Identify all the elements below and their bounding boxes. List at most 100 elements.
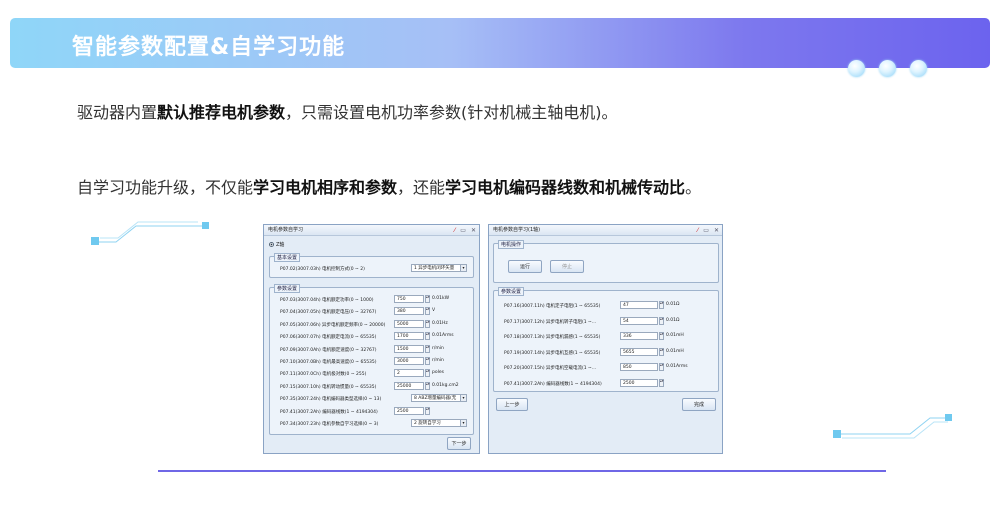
param-label: P07.09(3007.0Ah) 电机额定速度(0 ~ 32767) bbox=[280, 347, 377, 353]
param-settings-group: 参数设置 P07.03(3007.04h) 电机额定功率(0 ~ 1000) 75… bbox=[269, 284, 474, 435]
close-icon[interactable]: ✕ bbox=[714, 225, 719, 236]
run-button[interactable]: 运行 bbox=[508, 260, 542, 273]
param-label: P07.02(3007.03h) 电机控制方式(0 ~ 2) bbox=[280, 267, 365, 272]
spinner-icon[interactable]: ▴▾ bbox=[659, 378, 664, 387]
param-label: P07.03(3007.04h) 电机额定功率(0 ~ 1000) bbox=[280, 298, 374, 303]
encoder-type-select[interactable]: 8 ABZ增量编码器(无 ▾ bbox=[411, 394, 467, 403]
spinner-icon[interactable]: ▴▾ bbox=[425, 381, 430, 390]
pin-icon[interactable]: ⁄ bbox=[454, 225, 455, 236]
param-value-input[interactable]: 380 bbox=[394, 307, 424, 316]
param-label: P07.20(3007.15h) 异步电机空载电流(1 ~... bbox=[504, 366, 597, 371]
param-label: P07.10(3007.0Bh) 电机最高速度(0 ~ 65535) bbox=[280, 360, 377, 365]
param-unit: 0.01Hz bbox=[432, 320, 448, 326]
control-mode-select[interactable]: 1 异步电机闭环矢量 ▾ bbox=[411, 264, 467, 272]
param-value-input[interactable]: 2 bbox=[394, 369, 424, 378]
param-value-input[interactable]: 1700 bbox=[394, 332, 424, 341]
param-value-input[interactable]: 2500 bbox=[620, 378, 658, 387]
dot-icon bbox=[848, 60, 865, 77]
spinner-icon[interactable]: ▴▾ bbox=[659, 301, 664, 309]
param-value-input[interactable]: 850 bbox=[620, 363, 658, 371]
minimize-icon[interactable]: ▭ bbox=[460, 225, 466, 236]
param-unit: 0.01kg.cm2 bbox=[432, 382, 459, 388]
select-value: 8 ABZ增量编码器(无 bbox=[414, 396, 457, 402]
description-line-2: 自学习功能升级，不仅能学习电机相序和参数，还能学习电机编码器线数和机械传动比。 bbox=[77, 174, 701, 198]
param-value-input[interactable]: 5000 bbox=[394, 319, 424, 328]
param-label: P07.41(3007.2Ah) 编码器线数(1 ~ 4194304) bbox=[504, 381, 602, 387]
divider bbox=[158, 470, 886, 472]
param-unit: 0.01mH bbox=[666, 333, 684, 338]
dot-icon bbox=[910, 60, 927, 77]
window-title: 电机参数自学习(1轴) bbox=[493, 227, 541, 233]
param-value-input[interactable]: 54 bbox=[620, 316, 658, 325]
text: 。 bbox=[685, 178, 702, 197]
spinner-icon[interactable]: ▴▾ bbox=[425, 369, 430, 378]
stop-button[interactable]: 停止 bbox=[550, 260, 584, 273]
param-unit: V bbox=[432, 308, 436, 314]
param-value-input[interactable]: 47 bbox=[620, 301, 658, 309]
param-value-input[interactable]: 2500 bbox=[394, 406, 424, 415]
text: 自学习功能升级，不仅能 bbox=[77, 178, 254, 197]
text: ，只需设置电机功率参数(针对机械主轴电机)。 bbox=[285, 103, 618, 122]
dot-icon bbox=[879, 60, 896, 77]
text: ，还能 bbox=[397, 178, 446, 197]
group-label: 参数设置 bbox=[498, 287, 525, 296]
group-label: 基本设置 bbox=[274, 253, 301, 262]
spinner-icon[interactable]: ▴▾ bbox=[425, 406, 430, 415]
highlight-text: 学习电机相序和参数 bbox=[253, 178, 398, 197]
circuit-line-icon bbox=[91, 221, 209, 245]
highlight-text: 学习电机编码器线数和机械传动比 bbox=[445, 178, 686, 197]
spinner-icon[interactable]: ▴▾ bbox=[425, 295, 430, 303]
param-label: P07.15(3007.10h) 电机转动惯量(0 ~ 65535) bbox=[280, 384, 377, 390]
spinner-icon[interactable]: ▴▾ bbox=[425, 344, 430, 353]
spinner-icon[interactable]: ▴▾ bbox=[425, 357, 430, 365]
description-line-1: 驱动器内置默认推荐电机参数，只需设置电机功率参数(针对机械主轴电机)。 bbox=[77, 99, 618, 123]
select-value: 1 异步电机闭环矢量 bbox=[414, 266, 455, 271]
param-unit: 0.01Arms bbox=[432, 333, 454, 339]
spinner-icon[interactable]: ▴▾ bbox=[425, 332, 430, 341]
radio-icon bbox=[269, 242, 274, 247]
motor-operation-group: 电机操作 运行 停止 bbox=[493, 240, 719, 283]
chevron-down-icon: ▾ bbox=[460, 265, 466, 271]
param-label: P07.05(3007.06h) 异步电机额定频率(0 ~ 20000) bbox=[280, 322, 386, 328]
close-icon[interactable]: ✕ bbox=[471, 225, 476, 236]
spinner-icon[interactable]: ▴▾ bbox=[425, 307, 430, 316]
spinner-icon[interactable]: ▴▾ bbox=[659, 332, 664, 340]
param-unit: r/min bbox=[432, 358, 444, 363]
minimize-icon[interactable]: ▭ bbox=[703, 225, 709, 236]
param-label: P07.04(3007.05h) 电机额定电压(0 ~ 32767) bbox=[280, 310, 377, 316]
radio-label: Z轴 bbox=[276, 242, 285, 248]
param-value-input[interactable]: 3000 bbox=[394, 357, 424, 365]
param-unit: poles bbox=[432, 370, 444, 376]
param-value-input[interactable]: 25000 bbox=[394, 381, 424, 390]
select-value: 2 旋转自学习 bbox=[414, 421, 441, 426]
next-button[interactable]: 下一步 bbox=[447, 437, 471, 450]
param-label: P07.06(3007.07h) 电机额定电流(0 ~ 65535) bbox=[280, 335, 377, 341]
param-value-input[interactable]: 5655 bbox=[620, 347, 658, 356]
pin-icon[interactable]: ⁄ bbox=[697, 225, 698, 236]
basic-settings-group: 基本设置 P07.02(3007.03h) 电机控制方式(0 ~ 2) 1 异步… bbox=[269, 253, 474, 278]
spinner-icon[interactable]: ▴▾ bbox=[659, 316, 664, 325]
param-unit: 0.01mH bbox=[666, 348, 684, 354]
highlight-text: 默认推荐电机参数 bbox=[157, 103, 286, 122]
param-value-input[interactable]: 1500 bbox=[394, 344, 424, 353]
spinner-icon[interactable]: ▴▾ bbox=[659, 347, 664, 356]
spinner-icon[interactable]: ▴▾ bbox=[659, 363, 664, 371]
param-label: P07.11(3007.0Ch) 电机极对数(0 ~ 255) bbox=[280, 372, 367, 378]
param-label: P07.19(3007.14h) 异步电机互感(1 ~ 65535) bbox=[504, 350, 601, 356]
axis-radio[interactable]: Z轴 bbox=[269, 241, 284, 248]
param-value-input[interactable]: 336 bbox=[620, 332, 658, 340]
param-label: P07.34(3007.23h) 电机参数自学习选择(0 ~ 3) bbox=[280, 422, 379, 427]
param-unit: 0.01Ω bbox=[666, 302, 680, 307]
finish-button[interactable]: 完成 bbox=[682, 398, 716, 411]
learning-mode-select[interactable]: 2 旋转自学习 ▾ bbox=[411, 419, 467, 427]
circuit-line-icon bbox=[833, 414, 952, 439]
window-titlebar: 电机参数自学习 ⁄ ▭ ✕ bbox=[264, 225, 479, 236]
param-value-input[interactable]: 750 bbox=[394, 295, 424, 303]
window-title: 电机参数自学习 bbox=[268, 227, 304, 233]
spinner-icon[interactable]: ▴▾ bbox=[425, 319, 430, 328]
self-learning-window-1: 电机参数自学习 ⁄ ▭ ✕ Z轴 基本设置 P07.02(3007.03h) 电… bbox=[263, 224, 480, 454]
chevron-down-icon: ▾ bbox=[460, 395, 466, 402]
window-titlebar: 电机参数自学习(1轴) ⁄ ▭ ✕ bbox=[489, 225, 722, 236]
banner-title: 智能参数配置&自学习功能 bbox=[72, 35, 346, 60]
prev-button[interactable]: 上一步 bbox=[496, 398, 528, 411]
